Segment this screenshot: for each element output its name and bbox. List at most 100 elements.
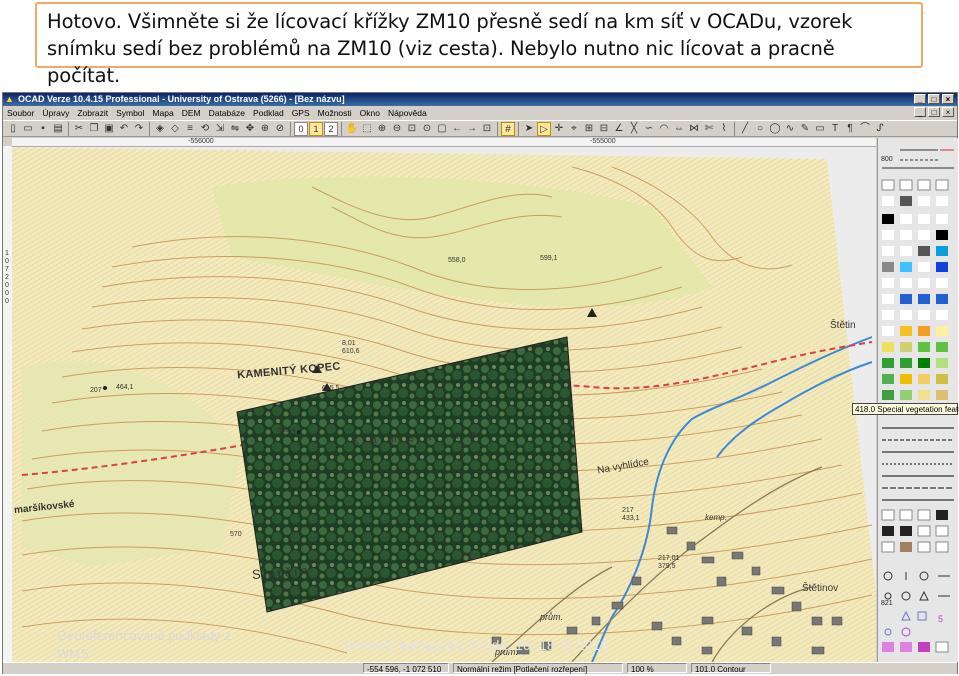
status-bar: -554 596, -1 072 510 Normální režim [Pot… <box>3 662 957 674</box>
forward-arrow-icon[interactable]: → <box>465 122 479 136</box>
cut-hole-icon[interactable]: ⊘ <box>273 122 287 136</box>
draw-straight-icon[interactable]: ╱ <box>738 122 752 136</box>
draw-curve-icon[interactable]: ∿ <box>783 122 797 136</box>
menu-soubor[interactable]: Soubor <box>3 108 38 118</box>
menu-podklad[interactable]: Podklad <box>249 108 288 118</box>
menu-upravy[interactable]: Úpravy <box>38 108 73 118</box>
zoom-view-icon[interactable]: ⊡ <box>480 122 494 136</box>
zoom-box-icon[interactable]: ⬚ <box>360 122 374 136</box>
menu-mapa[interactable]: Mapa <box>148 108 177 118</box>
undo-icon[interactable]: ↶ <box>117 122 131 136</box>
toolbar-field-c[interactable]: 2 <box>324 121 338 136</box>
symbol-tool-icon[interactable]: ◈ <box>153 122 167 136</box>
edit-object-icon[interactable]: ◇ <box>168 122 182 136</box>
reshape-icon[interactable]: ✥ <box>243 122 257 136</box>
copy-icon[interactable]: ❐ <box>87 122 101 136</box>
toolbar-field-a[interactable]: 0 <box>294 121 308 136</box>
close-button[interactable]: × <box>942 94 954 104</box>
zoom-out-icon[interactable]: ⊖ <box>390 122 404 136</box>
map-canvas[interactable]: KAMENITÝ KOPEC K a m e n i t a Smrčin Na… <box>12 147 876 662</box>
doc-minimize-button[interactable]: _ <box>914 107 926 117</box>
open-folder-icon[interactable]: ▭ <box>21 122 35 136</box>
menu-symbol[interactable]: Symbol <box>112 108 148 118</box>
add-vertex-icon[interactable]: ⊞ <box>582 122 596 136</box>
menu-napoveda[interactable]: Nápověda <box>384 108 431 118</box>
svg-text:5: 5 <box>938 614 943 624</box>
main-toolbar: ▯ ▭ ▪ ▤ ✂ ❐ ▣ ↶ ↷ ◈ ◇ ≡ ⟲ ⇲ ⇋ ✥ ⊕ ⊘ 0 1 … <box>3 120 957 137</box>
menu-zobrazit[interactable]: Zobrazit <box>73 108 112 118</box>
scissors-icon[interactable]: ✄ <box>702 122 716 136</box>
height-8016: 8,01 610,6 <box>342 340 360 355</box>
layers-icon[interactable]: ≡ <box>183 122 197 136</box>
measure-icon[interactable]: ⇔ <box>672 122 686 136</box>
snap-icon[interactable]: ⋈ <box>687 122 701 136</box>
select-edit-icon[interactable]: ▷ <box>537 121 551 136</box>
cut-icon[interactable]: ✂ <box>72 122 86 136</box>
draw-text-icon[interactable]: T <box>828 122 842 136</box>
zoom-fit-icon[interactable]: ⊡ <box>405 122 419 136</box>
doc-close-button[interactable]: × <box>942 107 954 117</box>
status-coordinates: -554 596, -1 072 510 <box>363 663 449 674</box>
status-mode: Normální režim [Potlačení rozřepení] <box>453 663 623 674</box>
toolbar-separator <box>68 121 69 136</box>
zoom-page-icon[interactable]: ▢ <box>435 122 449 136</box>
draw-number-icon[interactable]: ¶ <box>843 122 857 136</box>
toolbar-field-b[interactable]: 1 <box>309 121 323 136</box>
trim-icon[interactable]: ⌇ <box>717 122 731 136</box>
back-arrow-icon[interactable]: ← <box>450 122 464 136</box>
move-object-icon[interactable]: ✛ <box>552 122 566 136</box>
toolbar-separator <box>497 121 498 136</box>
label-prum-1: prům. <box>540 612 564 622</box>
height-207: 207 <box>90 387 102 394</box>
paste-icon[interactable]: ▣ <box>102 122 116 136</box>
left-ruler-digit: 7 <box>5 266 9 273</box>
height-570: 570 <box>230 531 242 538</box>
menu-gps[interactable]: GPS <box>288 108 314 118</box>
menu-dem[interactable]: DEM <box>178 108 205 118</box>
symbol-panel: 800 821 5 <box>877 138 958 662</box>
select-arrow-icon[interactable]: ➤ <box>522 122 536 136</box>
cut-line-icon[interactable]: ╳ <box>627 122 641 136</box>
menu-bar: Soubor Úpravy Zobrazit Symbol Mapa DEM D… <box>3 106 957 119</box>
corner-icon[interactable]: ∠ <box>612 122 626 136</box>
merge-icon[interactable]: ⊕ <box>258 122 272 136</box>
mirror-icon[interactable]: ⇋ <box>228 122 242 136</box>
draw-smooth-icon[interactable]: ᔑ <box>873 122 887 136</box>
menu-moznosti[interactable]: Možnosti <box>314 108 356 118</box>
left-ruler-digit: 0 <box>5 258 9 265</box>
draw-ellipse-icon[interactable]: ◯ <box>768 122 782 136</box>
callout-box: Hotovo. Všimněte si že lícovací křížky Z… <box>35 2 923 87</box>
hand-pan-icon[interactable]: ✋ <box>345 122 359 136</box>
symbol-tooltip: 418.0 Special vegetation feature <box>852 403 959 415</box>
top-ruler: -556000 -555000 <box>12 138 876 147</box>
arc-icon[interactable]: ◠ <box>657 122 671 136</box>
grid-icon[interactable]: # <box>501 121 515 136</box>
toolbar-separator <box>341 121 342 136</box>
ocad-window: ▲ OCAD Verze 10.4.15 Professional - Univ… <box>2 92 959 674</box>
smooth-icon[interactable]: ∽ <box>642 122 656 136</box>
footer-center: Seminář kartografů, Brada, 16.-18.11.201… <box>343 637 609 653</box>
rotate-icon[interactable]: ⟲ <box>198 122 212 136</box>
menu-okno[interactable]: Okno <box>356 108 384 118</box>
zoom-prev-icon[interactable]: ⊙ <box>420 122 434 136</box>
edit-vertex-icon[interactable]: ⌖ <box>567 122 581 136</box>
menu-databaze[interactable]: Databáze <box>205 108 249 118</box>
save-icon[interactable]: ▪ <box>36 122 50 136</box>
toolbar-separator <box>734 121 735 136</box>
footer-left-line-1: Georeferencované podklady z <box>57 628 231 643</box>
draw-freehand-icon[interactable]: ✎ <box>798 122 812 136</box>
delete-vertex-icon[interactable]: ⊟ <box>597 122 611 136</box>
doc-restore-button[interactable]: □ <box>928 107 940 117</box>
print-icon[interactable]: ▤ <box>51 122 65 136</box>
draw-rectangle-icon[interactable]: ▭ <box>813 122 827 136</box>
maximize-button[interactable]: □ <box>928 94 940 104</box>
minimize-button[interactable]: _ <box>914 94 926 104</box>
new-file-icon[interactable]: ▯ <box>6 122 20 136</box>
stretch-icon[interactable]: ⇲ <box>213 122 227 136</box>
redo-icon[interactable]: ↷ <box>132 122 146 136</box>
draw-circle-icon[interactable]: ○ <box>753 122 767 136</box>
draw-polyline-icon[interactable]: ⌒ <box>858 122 872 136</box>
title-bar: ▲ OCAD Verze 10.4.15 Professional - Univ… <box>3 93 957 106</box>
zoom-in-icon[interactable]: ⊕ <box>375 122 389 136</box>
status-zoom: 100 % <box>627 663 687 674</box>
